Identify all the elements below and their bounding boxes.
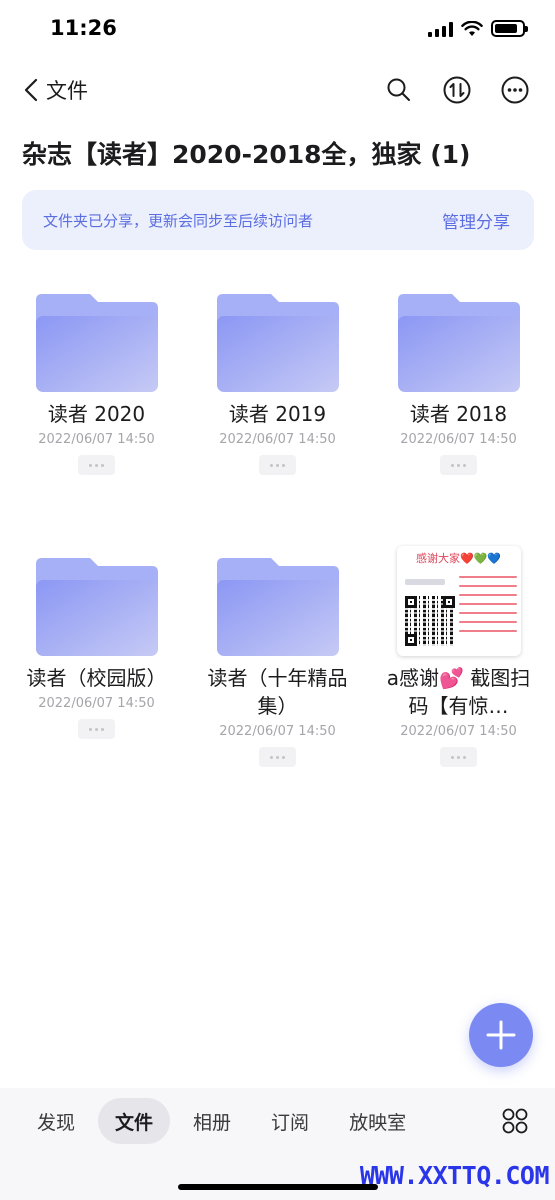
item-date: 2022/06/07 14:50: [38, 432, 155, 447]
nav-bar: 文件: [0, 60, 555, 120]
sort-icon: [443, 76, 471, 104]
tab-2[interactable]: 相册: [176, 1098, 248, 1144]
item-date: 2022/06/07 14:50: [219, 724, 336, 739]
tab-list: 发现 文件 相册 订阅 放映室: [20, 1098, 429, 1144]
tab-4[interactable]: 放映室: [332, 1098, 423, 1144]
tab-3[interactable]: 订阅: [254, 1098, 326, 1144]
page-title: 杂志【读者】2020-2018全，独家 (1): [22, 140, 471, 169]
tab-0[interactable]: 发现: [20, 1098, 92, 1144]
thumbnail-title: 感谢大家❤️💚💙: [415, 552, 502, 565]
search-icon: [387, 78, 410, 101]
item-more-button[interactable]: [440, 747, 477, 767]
share-banner: 文件夹已分享，更新会同步至后续访问者 管理分享: [22, 190, 534, 250]
more-button[interactable]: [497, 72, 533, 108]
folder-item[interactable]: 读者 2018 2022/06/07 14:50: [368, 288, 549, 552]
share-info-text: 文件夹已分享，更新会同步至后续访问者: [43, 211, 314, 230]
item-name: 读者 2020: [47, 402, 146, 426]
item-date: 2022/06/07 14:50: [219, 432, 336, 447]
item-more-button[interactable]: [440, 455, 477, 475]
folder-item[interactable]: 读者 2020 2022/06/07 14:50: [6, 288, 187, 552]
chevron-left-icon: [24, 78, 38, 102]
battery-icon: [491, 20, 528, 37]
folder-item[interactable]: 读者（十年精品集） 2022/06/07 14:50: [187, 552, 368, 816]
search-button[interactable]: [381, 72, 417, 108]
apps-grid-icon[interactable]: [501, 1107, 529, 1135]
tab-1[interactable]: 文件: [98, 1098, 171, 1144]
item-name: a感谢💕 截图扫码【有惊…: [386, 666, 531, 718]
item-name: 读者 2018: [409, 402, 508, 426]
folder-icon: [216, 552, 340, 656]
image-item[interactable]: 感谢大家❤️💚💙 a感谢💕 截图扫码【有惊… 2022/06/07 14:50: [368, 546, 549, 816]
item-more-button[interactable]: [78, 719, 115, 739]
add-button[interactable]: [469, 1003, 533, 1067]
item-date: 2022/06/07 14:50: [400, 724, 517, 739]
folder-icon: [35, 288, 159, 392]
item-more-button[interactable]: [78, 455, 115, 475]
item-more-button[interactable]: [259, 455, 296, 475]
item-date: 2022/06/07 14:50: [38, 696, 155, 711]
folder-icon: [216, 288, 340, 392]
watermark: WWW.XXTTQ.COM: [359, 1161, 550, 1190]
image-thumbnail-card: 感谢大家❤️💚💙: [396, 546, 521, 656]
nav-actions: [381, 72, 533, 108]
status-icons: [428, 20, 528, 37]
status-bar: 11:26: [0, 0, 555, 60]
signal-icon: [428, 21, 453, 37]
item-name: 读者（十年精品集）: [207, 666, 348, 718]
back-label: 文件: [46, 79, 88, 103]
folder-item[interactable]: 读者 2019 2022/06/07 14:50: [187, 288, 368, 552]
sort-button[interactable]: [439, 72, 475, 108]
item-more-button[interactable]: [259, 747, 296, 767]
folder-icon: [35, 552, 159, 656]
manage-share-button[interactable]: 管理分享: [442, 208, 510, 233]
status-time: 11:26: [50, 16, 117, 40]
back-button[interactable]: 文件: [24, 72, 88, 108]
plus-icon: [486, 1020, 516, 1050]
image-thumbnail: 感谢大家❤️💚💙: [396, 546, 521, 656]
item-name: 读者 2019: [228, 402, 327, 426]
wifi-icon: [461, 20, 483, 36]
item-name: 读者（校园版）: [26, 666, 167, 690]
item-date: 2022/06/07 14:50: [400, 432, 517, 447]
home-indicator[interactable]: [178, 1184, 378, 1190]
more-icon: [501, 76, 529, 104]
file-grid: 读者 2020 2022/06/07 14:50 读者 2019 2022/06/07…: [6, 288, 549, 816]
folder-item[interactable]: 读者（校园版） 2022/06/07 14:50: [6, 552, 187, 816]
folder-icon: [397, 288, 521, 392]
